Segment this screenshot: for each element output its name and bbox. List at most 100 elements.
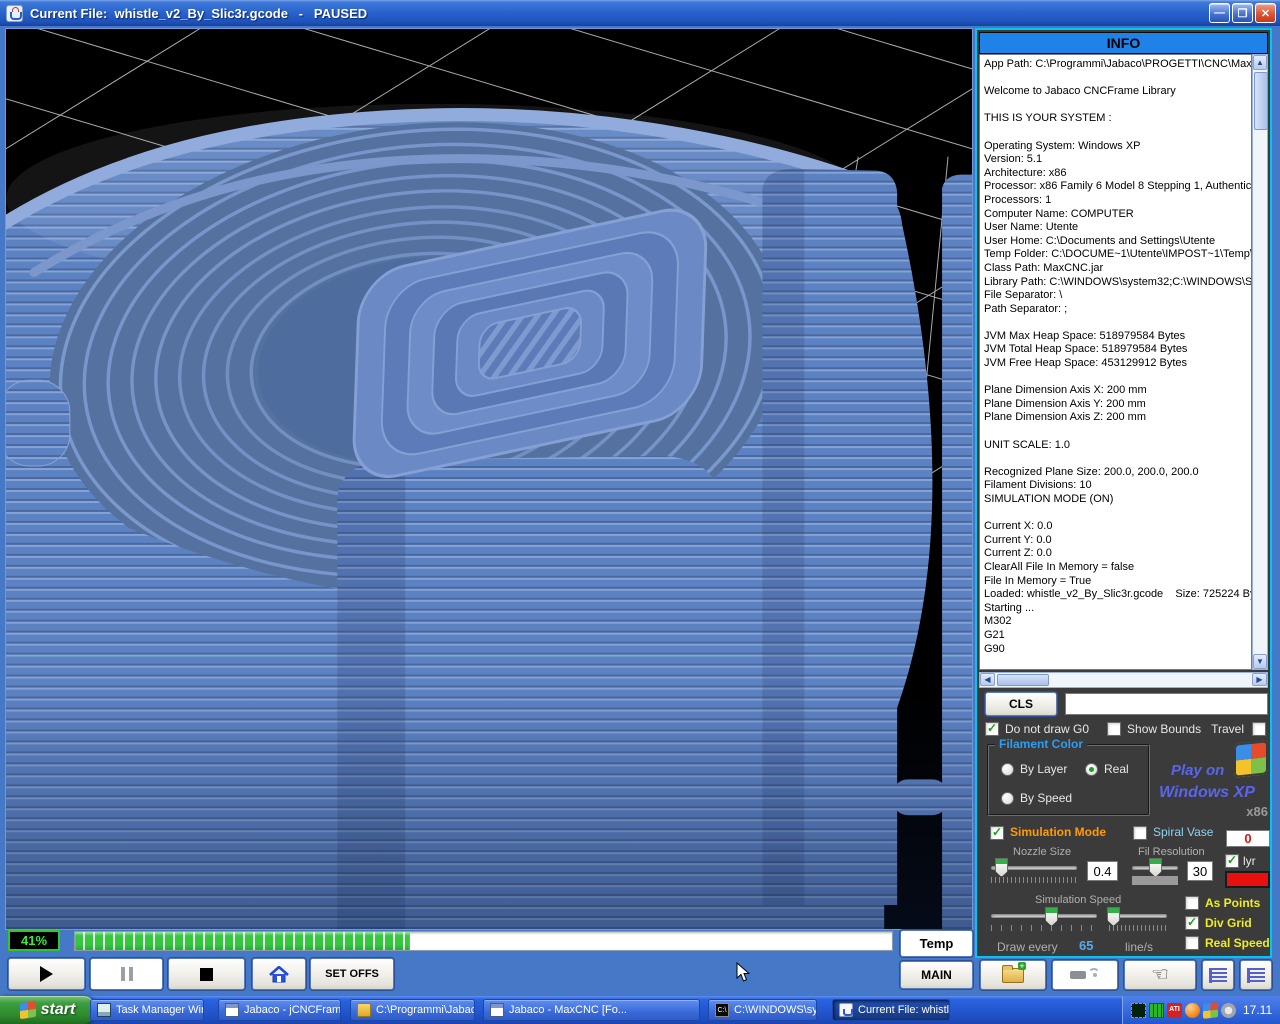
system-tray: 17.11	[1122, 996, 1280, 1024]
info-log-line: G21	[984, 628, 1005, 641]
set-offs-button[interactable]: SET OFFS	[310, 958, 394, 990]
command-input[interactable]	[1065, 693, 1268, 715]
do-not-draw-g0-label: Do not draw G0	[1005, 722, 1090, 736]
info-log-line: Current X: 0.0	[984, 520, 1053, 533]
usb-connection-button[interactable]	[1052, 960, 1118, 990]
layer-count-field[interactable]: 0	[1226, 830, 1270, 847]
open-folder-icon	[1002, 961, 1026, 983]
scroll-down-button[interactable]: ▼	[1253, 654, 1267, 669]
scroll-right-button[interactable]: ▶	[1252, 673, 1267, 686]
travel-label: Travel	[1211, 722, 1244, 736]
info-vertical-scrollbar[interactable]: ▲ ▼	[1252, 54, 1268, 670]
start-flag-icon	[19, 1000, 36, 1020]
taskbar-task[interactable]: Task Manager Windows	[90, 999, 204, 1021]
nozzle-size-label: Nozzle Size	[1013, 846, 1072, 858]
progress-bar	[74, 931, 893, 951]
nozzle-size-ticks	[991, 877, 1077, 883]
info-log-line: JVM Free Heap Space: 453129912 Bytes	[984, 357, 1188, 370]
task-label: Jabaco - MaxCNC [Fo...	[509, 1004, 627, 1016]
info-log-line: App Path: C:\Programmi\Jabaco\PROGETTI\C…	[984, 58, 1252, 70]
info-log-line: Current Z: 0.0	[984, 547, 1052, 560]
simulation-speed-ticks	[991, 925, 1097, 931]
as-points-checkbox[interactable]: ✓	[1185, 896, 1199, 910]
line-rate-ticks	[1109, 925, 1167, 931]
scroll-up-button[interactable]: ▲	[1253, 55, 1267, 70]
travel-checkbox[interactable]: ✓	[1252, 722, 1266, 736]
simulation-speed-slider-track[interactable]	[991, 914, 1097, 918]
list-icon	[1209, 967, 1227, 983]
taskbar-task[interactable]: Jabaco - MaxCNC [Fo...	[483, 999, 700, 1021]
filament-color-group: By Layer Real By Speed Pick	[987, 744, 1150, 816]
tray-icon[interactable]	[1221, 1002, 1236, 1018]
task-label: Current File: whistle...	[858, 1004, 950, 1016]
task-label: Task Manager Windows	[116, 1004, 203, 1016]
start-label: start	[40, 1001, 76, 1018]
cls-button[interactable]: CLS	[985, 692, 1057, 716]
simulation-mode-label: Simulation Mode	[1010, 825, 1106, 839]
gcode-list-button[interactable]	[1202, 960, 1234, 990]
manual-jog-button[interactable]: ☜	[1124, 960, 1196, 990]
play-button[interactable]	[8, 958, 85, 990]
real-label: Real	[1104, 762, 1129, 776]
simulation-mode-checkbox[interactable]: ✓	[990, 826, 1004, 840]
info-log-area[interactable]: App Path: C:\Programmi\Jabaco\PROGETTI\C…	[979, 54, 1252, 670]
pause-icon	[120, 967, 133, 981]
taskbar-task[interactable]: C:\WINDOWS\syste...	[708, 999, 817, 1021]
java-app-icon	[6, 4, 23, 22]
line-rate-slider-thumb[interactable]	[1107, 907, 1120, 926]
gcode-3d-viewport[interactable]	[5, 28, 973, 930]
task-icon	[490, 1003, 504, 1017]
fil-resolution-slider-thumb[interactable]	[1149, 858, 1162, 877]
task-icon	[97, 1003, 111, 1017]
nozzle-size-slider-thumb[interactable]	[995, 858, 1008, 877]
tray-icon[interactable]	[1149, 1002, 1164, 1018]
task-icon	[225, 1003, 239, 1017]
real-speed-checkbox[interactable]: ✓	[1185, 936, 1199, 950]
div-grid-checkbox[interactable]: ✓	[1185, 916, 1199, 930]
tray-icon-list	[1131, 1001, 1236, 1019]
simulation-speed-slider-thumb[interactable]	[1045, 907, 1058, 926]
open-file-button[interactable]	[980, 960, 1046, 990]
home-button[interactable]	[252, 958, 306, 990]
info-horizontal-scrollbar[interactable]: ◀ ▶	[979, 672, 1268, 688]
tray-icon[interactable]	[1185, 1002, 1200, 1018]
info-log-line: Current Y: 0.0	[984, 533, 1052, 546]
start-button[interactable]: start	[0, 996, 95, 1024]
fil-resolution-value[interactable]: 30	[1187, 861, 1213, 881]
lyr-checkbox[interactable]: ✓	[1225, 854, 1239, 868]
info-log-line: UNIT SCALE: 1.0	[984, 438, 1070, 451]
restore-button[interactable]: ❐	[1232, 3, 1253, 23]
tray-icon[interactable]	[1203, 1001, 1218, 1019]
by-speed-radio[interactable]	[1001, 792, 1014, 805]
info-log-line	[984, 126, 1251, 140]
stop-button[interactable]	[168, 958, 245, 990]
scroll-left-button[interactable]: ◀	[980, 673, 995, 686]
real-radio[interactable]	[1085, 763, 1098, 776]
info-log-line: Version: 5.1	[984, 153, 1043, 166]
taskbar-task[interactable]: Jabaco - jCNCFrame_...	[218, 999, 341, 1021]
scroll-thumb[interactable]	[997, 674, 1049, 686]
info-log-line: Library Path: C:\WINDOWS\system32;C:\WIN…	[984, 275, 1252, 288]
by-layer-radio[interactable]	[1001, 763, 1014, 776]
minimize-button[interactable]: —	[1209, 3, 1230, 23]
title-bar[interactable]: Current File: whistle_v2_By_Slic3r.gcode…	[0, 0, 1280, 26]
filament-color-swatch[interactable]	[1225, 871, 1270, 888]
lyr-label: lyr	[1243, 854, 1256, 868]
nozzle-size-value[interactable]: 0.4	[1087, 861, 1118, 881]
log-list-button[interactable]	[1240, 960, 1272, 990]
tray-icon[interactable]	[1167, 1002, 1182, 1018]
info-log-line: M302	[984, 615, 1012, 628]
info-log-line: File In Memory = True	[984, 574, 1092, 587]
info-log-line	[984, 316, 1251, 330]
spiral-vase-checkbox[interactable]: ✓	[1133, 826, 1147, 840]
taskbar-task[interactable]: C:\Programmi\Jabaco...	[350, 999, 475, 1021]
taskbar-task[interactable]: Current File: whistle...	[832, 999, 950, 1021]
scroll-thumb[interactable]	[1254, 72, 1268, 130]
temp-button[interactable]: Temp	[900, 930, 973, 957]
close-button[interactable]: ✕	[1255, 3, 1276, 23]
tray-icon[interactable]	[1131, 1002, 1146, 1018]
pause-button[interactable]	[90, 958, 163, 990]
main-button[interactable]: MAIN	[900, 961, 973, 989]
do-not-draw-g0-checkbox[interactable]: ✓	[985, 722, 999, 736]
show-bounds-checkbox[interactable]: ✓	[1107, 722, 1122, 736]
